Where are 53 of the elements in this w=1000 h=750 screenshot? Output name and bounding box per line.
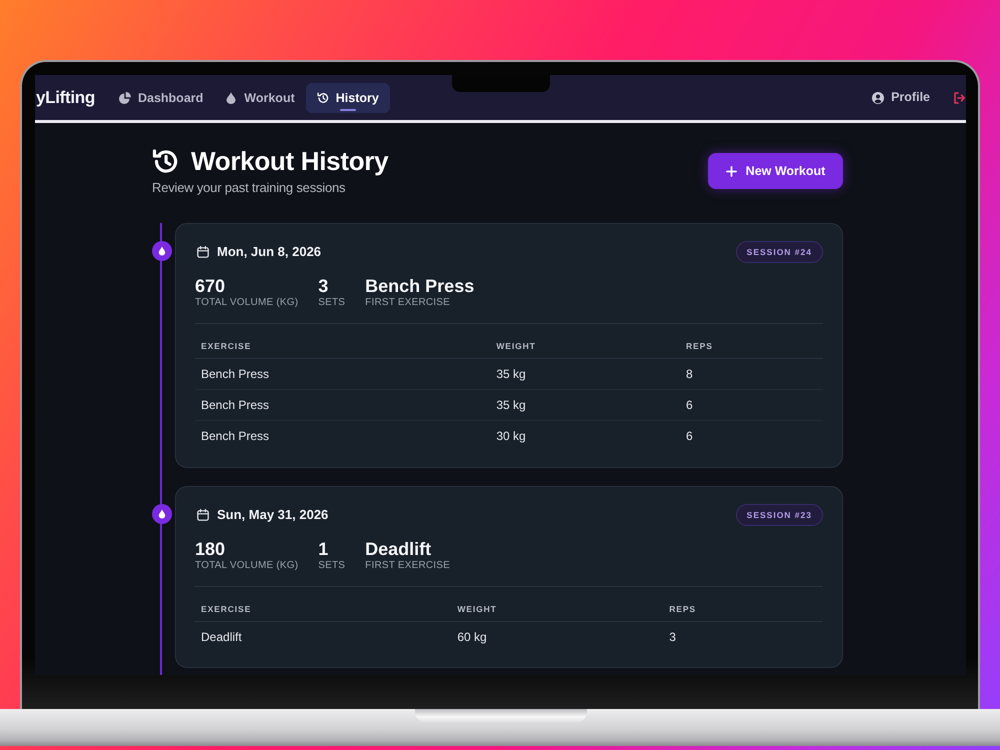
table-cell: 35 kg (490, 390, 680, 420)
pie-chart-icon (118, 92, 131, 104)
column-header: REPS (663, 596, 823, 621)
nav-tab[interactable]: History (306, 82, 390, 112)
stat-label: FIRST EXERCISE (365, 560, 450, 572)
table-cell: 8 (680, 358, 823, 390)
session-date: Mon, Jun 8, 2026 (217, 243, 322, 262)
column-header: WEIGHT (451, 596, 664, 621)
calendar-icon (197, 508, 209, 520)
history-icon (316, 92, 329, 104)
stat-value: 3 (318, 275, 330, 297)
profile-link[interactable]: Profile (868, 81, 934, 114)
stat-label: SETS (318, 297, 346, 309)
table-cell: Deadlift (195, 621, 452, 652)
table-cell: Bench Press (195, 390, 490, 420)
stat-value: 180 (195, 538, 226, 560)
timeline-flame-icon (152, 241, 172, 261)
table-cell: Bench Press (195, 420, 490, 452)
calendar-icon (197, 246, 209, 258)
logout-icon[interactable] (954, 92, 965, 104)
session-number-tag: SESSION #24 (736, 241, 823, 263)
stat-label: SETS (318, 560, 346, 572)
stat-value: Bench Press (365, 275, 474, 297)
column-header: EXERCISE (195, 596, 452, 621)
timeline-flame-icon (152, 504, 172, 524)
table-cell: 30 kg (490, 420, 680, 452)
stat-value: Deadlift (365, 538, 432, 560)
nav-tab[interactable]: Workout (214, 82, 306, 112)
brand-name: yLifting (36, 86, 95, 109)
stat-value: 670 (195, 275, 226, 297)
column-header: REPS (680, 334, 823, 358)
column-header: WEIGHT (490, 334, 680, 358)
table-cell: Bench Press (195, 358, 490, 390)
history-icon (152, 148, 179, 174)
nav-tab[interactable]: Dashboard (108, 82, 214, 112)
stat-label: TOTAL VOLUME (KG) (195, 297, 298, 309)
stat-value: 1 (318, 538, 330, 560)
page-subtitle: Review your past training sessions (152, 180, 346, 196)
table-cell: 3 (663, 621, 823, 652)
session-number-tag: SESSION #23 (736, 504, 823, 526)
session-date: Sun, May 31, 2026 (217, 506, 328, 524)
table-cell: 6 (680, 420, 823, 452)
user-circle-icon (872, 92, 884, 104)
table-cell: 60 kg (451, 621, 664, 652)
flame-icon (225, 92, 238, 104)
column-header: EXERCISE (195, 334, 490, 358)
table-cell: 6 (680, 390, 823, 420)
table-cell: 35 kg (490, 358, 680, 390)
page-title: Workout History (191, 146, 388, 176)
new-workout-button[interactable]: New Workout (708, 153, 843, 189)
stat-label: FIRST EXERCISE (365, 297, 452, 309)
plus-icon (726, 166, 737, 176)
stat-label: TOTAL VOLUME (KG) (195, 560, 298, 572)
